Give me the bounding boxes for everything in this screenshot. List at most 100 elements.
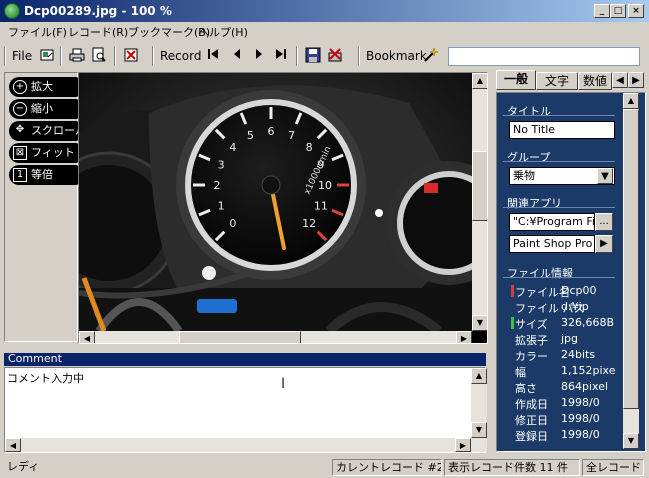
menu-record[interactable]: レコード(R) [68,24,128,40]
comment-vertical-scrollbar[interactable]: ▲ ▼ [471,368,487,452]
file-info-row: 高さ 864pixel [511,379,615,395]
scroll-right-icon[interactable]: ▶ [456,331,472,343]
info-panel: 一般 文字 数値 ◀ ▶ タイトル No Title グループ 乗物 ▼ 関連ア… [492,70,646,454]
comment-scroll-left-icon[interactable]: ◀ [5,438,21,452]
app-launch-icon[interactable]: ▶ [595,235,613,253]
tachometer-tick-label: 6 [268,125,275,138]
group-select-value: 乗物 [513,169,535,182]
scroll-down-icon[interactable]: ▼ [472,315,487,331]
file-info-value: 1998/0 [561,396,600,409]
file-info-key: 修正日 [515,414,548,427]
tachometer-tick-label: 7 [288,129,295,142]
maximize-button[interactable]: □ [610,4,626,18]
comment-scroll-up-icon[interactable]: ▲ [471,368,487,384]
status-bar: レディ カレントレコード #2 表示レコード件数 11 件 全レコード [0,456,649,478]
file-info-key: 作成日 [515,398,548,411]
image-viewer[interactable]: 0 1 2 3 4 5 6 7 8 9 10 11 12 x1000r/min ▲ ▼ ◀ ▶ [78,72,488,344]
fit-icon: ⊠ [13,146,27,160]
tab-scroll-right-icon[interactable]: ▶ [628,72,644,88]
tab-text[interactable]: 文字 [536,72,578,90]
toolbar-separator [296,46,298,66]
browse-button[interactable]: ... [595,213,613,231]
file-info-value: 326,668B [561,316,615,329]
file-open-icon[interactable] [38,47,56,65]
prev-record-icon[interactable] [228,47,246,65]
file-info-value: 24bits [561,348,596,361]
delete-icon[interactable] [122,47,140,65]
close-button[interactable]: × [628,4,644,18]
record-label: Record [160,49,202,63]
file-info-row: サイズ 326,668B [511,315,615,331]
image-vscroll-thumb[interactable] [472,151,487,221]
menu-help[interactable]: ヘルプ(H) [198,24,248,40]
bookmark-wand-icon[interactable] [422,47,440,65]
file-info-row: 拡張子 jpg [511,331,615,347]
menu-bar: ファイル(F) レコード(R) ブックマーク(B) ヘルプ(H) [0,22,649,40]
first-record-icon[interactable] [204,47,222,65]
tool-panel: + 拡大 − 縮小 ✥ スクロール ⊠ フィット 1 等倍 [4,72,86,342]
file-info-value: jpg [561,332,579,345]
zoom-out-button[interactable]: − 縮小 [9,99,79,119]
file-info-marker [511,285,514,297]
bookmark-input[interactable] [448,47,640,66]
file-info-key: カラー [515,350,548,363]
group-dropdown-icon[interactable]: ▼ [597,168,613,184]
info-scroll-thumb[interactable] [623,109,639,409]
title-section-label: タイトル [503,105,615,118]
scroll-up-icon[interactable]: ▲ [472,73,487,89]
app-section-label: 関連アプリ [503,197,615,210]
last-record-icon[interactable] [272,47,290,65]
toolbar-separator [152,46,154,66]
status-display-count: 表示レコード件数 11 件 [444,459,580,476]
zoom-in-icon: + [13,80,27,94]
actual-size-button[interactable]: 1 等倍 [9,165,79,185]
file-info-row: カラー 24bits [511,347,615,363]
fit-button[interactable]: ⊠ フィット [9,143,79,163]
comment-textarea[interactable]: コメント入力中 I ▲ ▼ ◀ ▶ [4,367,487,453]
group-section-label: グループ [502,151,616,164]
actual-size-icon: 1 [13,168,27,182]
info-scroll-down-icon[interactable]: ▼ [623,433,639,449]
app-icon[interactable] [4,3,20,19]
tab-scroll-left-icon[interactable]: ◀ [612,72,628,88]
text-cursor-icon: I [281,376,286,392]
print-preview-icon[interactable] [90,47,108,65]
toolbar-separator [358,46,360,66]
file-info-key: 高さ [515,382,537,395]
menu-file[interactable]: ファイル(F) [8,24,67,40]
minimize-button[interactable]: _ [594,4,610,18]
motorcycle-dashboard-photo: 012345 6 789101112 x1000r/min [79,73,472,331]
comment-scroll-down-icon[interactable]: ▼ [471,422,487,438]
image-horizontal-scrollbar[interactable]: ◀ ▶ [79,331,472,343]
image-vertical-scrollbar[interactable]: ▲ ▼ [472,73,487,331]
file-info-value: Dcp00 [561,284,597,297]
tab-numeric[interactable]: 数値 [578,72,612,90]
title-field[interactable]: No Title [509,121,615,139]
tab-general[interactable]: 一般 [496,70,536,90]
scroll-button[interactable]: ✥ スクロール [9,121,86,141]
comment-scroll-right-icon[interactable]: ▶ [455,438,471,452]
file-info-row: 幅 1,152pixel [511,363,615,379]
tachometer-tick-label: 0 [229,217,236,230]
tachometer-tick-label: 5 [247,129,254,142]
info-scroll-up-icon[interactable]: ▲ [623,93,639,109]
image-hscroll-thumb[interactable] [179,331,301,343]
delete-record-icon[interactable] [326,47,344,65]
save-icon[interactable] [304,47,322,65]
print-icon[interactable] [68,47,86,65]
title-bar: Dcp00289.jpg - 100 % _ □ × [0,0,649,22]
comment-horizontal-scrollbar[interactable]: ◀ ▶ [5,438,471,452]
next-record-icon[interactable] [250,47,268,65]
file-info-section-label: ファイル情報 [503,267,615,280]
file-info-row: 修正日 1998/0 [511,411,615,427]
zoom-in-button[interactable]: + 拡大 [9,77,79,97]
app-name-field[interactable]: Paint Shop Pro [509,235,595,253]
info-panel-scrollbar[interactable]: ▲ ▼ [623,93,639,449]
file-info-row: 作成日 1998/0 [511,395,615,411]
file-info-key: 登録日 [515,430,548,443]
file-info-value: 1998/0 [561,412,600,425]
tachometer-tick-label: 12 [302,217,316,230]
app-path-field[interactable]: "C:¥Program Fi [509,213,595,231]
tachometer-tick-label: 3 [218,158,225,171]
scroll-left-icon[interactable]: ◀ [79,331,95,343]
